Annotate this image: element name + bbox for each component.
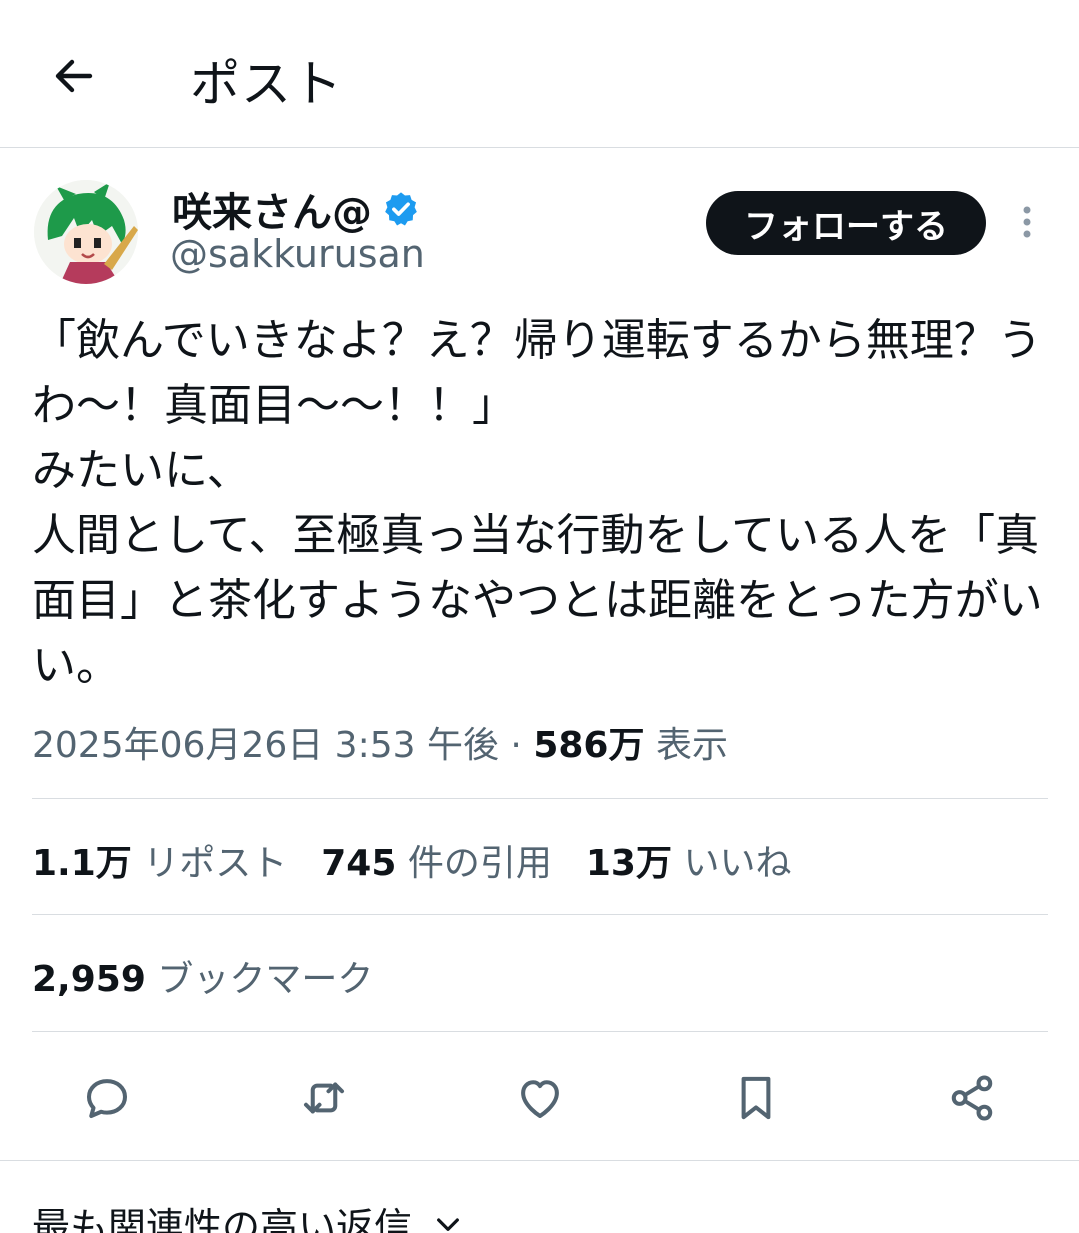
repost-button[interactable] [294, 1068, 354, 1128]
views-count: 586万 [533, 725, 645, 766]
avatar[interactable] [34, 180, 138, 284]
bookmarks-label: ブックマーク [157, 959, 374, 1000]
likes-count: 13万 [585, 843, 672, 884]
bookmarks-count: 2,959 [32, 959, 146, 1000]
bookmarks-stat[interactable]: 2,959 ブックマーク [32, 950, 373, 1002]
repost-icon [303, 1082, 345, 1114]
top-bar: ポスト [0, 0, 1079, 148]
arrow-left-icon [55, 59, 93, 93]
replies-sort-label: 最も関連性の高い返信 [32, 1205, 413, 1233]
engagement-stats: 1.1万 リポスト 745 件の引用 13万 いいね [32, 834, 791, 886]
divider [32, 1031, 1048, 1032]
reposts-stat[interactable]: 1.1万 リポスト [32, 834, 287, 886]
display-name[interactable]: 咲来さん@ [172, 180, 372, 238]
more-options-button[interactable] [1010, 200, 1044, 244]
bookmark-icon [741, 1076, 771, 1120]
author-name-row: 咲来さん@ [172, 180, 420, 238]
follow-button[interactable]: フォローする [706, 191, 986, 255]
likes-stat[interactable]: 13万 いいね [586, 834, 792, 886]
chevron-down-icon [437, 1217, 459, 1231]
reply-icon [86, 1079, 128, 1119]
section-divider [0, 1160, 1079, 1161]
quotes-label: 件の引用 [407, 843, 552, 884]
quotes-stat[interactable]: 745 件の引用 [321, 834, 552, 886]
share-icon [951, 1075, 993, 1121]
bookmark-button[interactable] [726, 1068, 786, 1128]
reposts-label: リポスト [143, 843, 288, 884]
avatar-image [34, 180, 138, 284]
reply-button[interactable] [77, 1068, 137, 1128]
more-vertical-icon [1023, 206, 1031, 238]
tweet-text: 「飲んでいきなよ？え？帰り運転するから無理？うわ～！真面目～～！！」 みたいに、… [32, 315, 1043, 691]
share-button[interactable] [942, 1068, 1002, 1128]
author-handle[interactable]: @sakkurusan [170, 232, 425, 276]
replies-sort-selector[interactable]: 最も関連性の高い返信 [32, 1196, 464, 1233]
quotes-count: 745 [321, 843, 397, 884]
like-icon [521, 1080, 559, 1119]
reposts-count: 1.1万 [32, 843, 132, 884]
divider [32, 914, 1048, 915]
verified-badge-icon [385, 192, 417, 226]
views-label: 表示 [655, 725, 728, 766]
likes-label: いいね [683, 843, 792, 884]
divider [32, 798, 1048, 799]
like-button[interactable] [510, 1068, 570, 1128]
tweet-meta: 2025年06月26日 3:53 午後 · 586万 表示 [32, 716, 728, 768]
back-button[interactable] [44, 46, 104, 106]
timestamp[interactable]: 2025年06月26日 3:53 午後 [32, 725, 499, 766]
page-title: ポスト [190, 55, 343, 113]
meta-separator: · [510, 725, 522, 766]
